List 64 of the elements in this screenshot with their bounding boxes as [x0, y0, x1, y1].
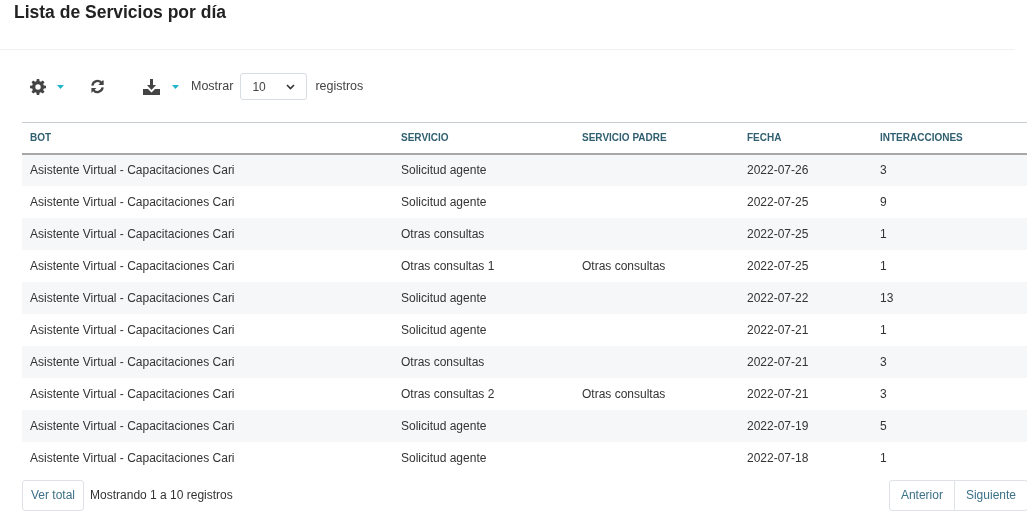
table-cell: 1: [880, 226, 887, 241]
table-cell: Asistente Virtual - Capacitaciones Cari: [30, 163, 235, 177]
page-size-select[interactable]: 10: [240, 73, 308, 100]
table-cell: Otras consultas 2: [401, 386, 495, 401]
table-cell: Solicitud agente: [401, 194, 487, 209]
table-cell: Asistente Virtual - Capacitaciones Cari: [30, 322, 235, 337]
refresh-icon: [90, 79, 105, 94]
table-cell: 5: [880, 418, 887, 433]
column-header: FECHA: [747, 132, 782, 144]
table-cell: 9: [880, 194, 887, 209]
table-cell: Asistente Virtual - Capacitaciones Cari: [30, 290, 235, 305]
column-header: SERVICIO: [401, 132, 449, 144]
pagination-button[interactable]: Siguiente: [953, 480, 1027, 510]
table-cell: 2022-07-25: [747, 194, 809, 209]
download-menu-button[interactable]: [143, 78, 179, 95]
caret-icon: [57, 84, 64, 89]
table-cell: Asistente Virtual - Capacitaciones Cari: [30, 226, 235, 241]
table-cell: 2022-07-25: [747, 258, 809, 273]
table-cell: 2022-07-21: [747, 386, 809, 401]
settings-menu-button[interactable]: [30, 78, 64, 95]
column-header: BOT: [30, 132, 52, 144]
download-icon: [143, 78, 160, 95]
table-cell: 1: [880, 322, 887, 337]
table-cell: 3: [880, 386, 887, 401]
table-cell: Asistente Virtual - Capacitaciones Cari: [30, 450, 235, 465]
settings-icon: [30, 78, 46, 95]
table-cell: Asistente Virtual - Capacitaciones Cari: [30, 354, 235, 369]
table-cell: 2022-07-19: [747, 418, 809, 433]
table-cell: Solicitud agente: [401, 322, 487, 337]
table-cell: 13: [880, 290, 894, 305]
table-cell: 1: [880, 258, 887, 273]
table-cell: 2022-07-25: [747, 226, 809, 241]
table-cell: 3: [880, 163, 887, 177]
show-label: Mostrar: [191, 78, 234, 96]
table-cell: 3: [880, 354, 887, 369]
table-cell: Otras consultas 1: [401, 258, 495, 273]
table-cell: Otras consultas: [582, 386, 666, 401]
refresh-button[interactable]: [90, 79, 105, 94]
table-cell: Otras consultas: [582, 258, 666, 273]
table-cell: Solicitud agente: [401, 163, 487, 177]
table-cell: 2022-07-22: [747, 290, 809, 305]
pagination-button[interactable]: Anterior: [889, 480, 954, 510]
table-cell: Otras consultas: [401, 354, 485, 369]
table-cell: Asistente Virtual - Capacitaciones Cari: [30, 386, 235, 401]
table-cell: Asistente Virtual - Capacitaciones Cari: [30, 194, 235, 209]
table-cell: 2022-07-21: [747, 322, 809, 337]
caret-icon: [172, 84, 179, 89]
table-cell: 1: [880, 450, 887, 465]
page-title: Lista de Servicios por día: [14, 1, 227, 23]
view-total-button[interactable]: Ver total: [22, 479, 85, 511]
chevron-down-icon: [286, 83, 296, 90]
table-cell: 2022-07-21: [747, 354, 809, 369]
records-label: registros: [315, 78, 364, 96]
table-cell: Solicitud agente: [401, 450, 487, 465]
column-header: INTERACCIONES: [880, 132, 963, 144]
table-cell: 2022-07-26: [747, 163, 809, 177]
table-cell: Otras consultas: [401, 226, 485, 241]
table-cell: Solicitud agente: [401, 290, 487, 305]
table-cell: 2022-07-18: [747, 450, 809, 465]
records-summary: Mostrando 1 a 10 registros: [90, 487, 233, 504]
table-cell: Asistente Virtual - Capacitaciones Cari: [30, 418, 235, 433]
table-cell: Solicitud agente: [401, 418, 487, 433]
column-header: SERVICIO PADRE: [582, 132, 667, 144]
table-cell: Asistente Virtual - Capacitaciones Cari: [30, 258, 235, 273]
